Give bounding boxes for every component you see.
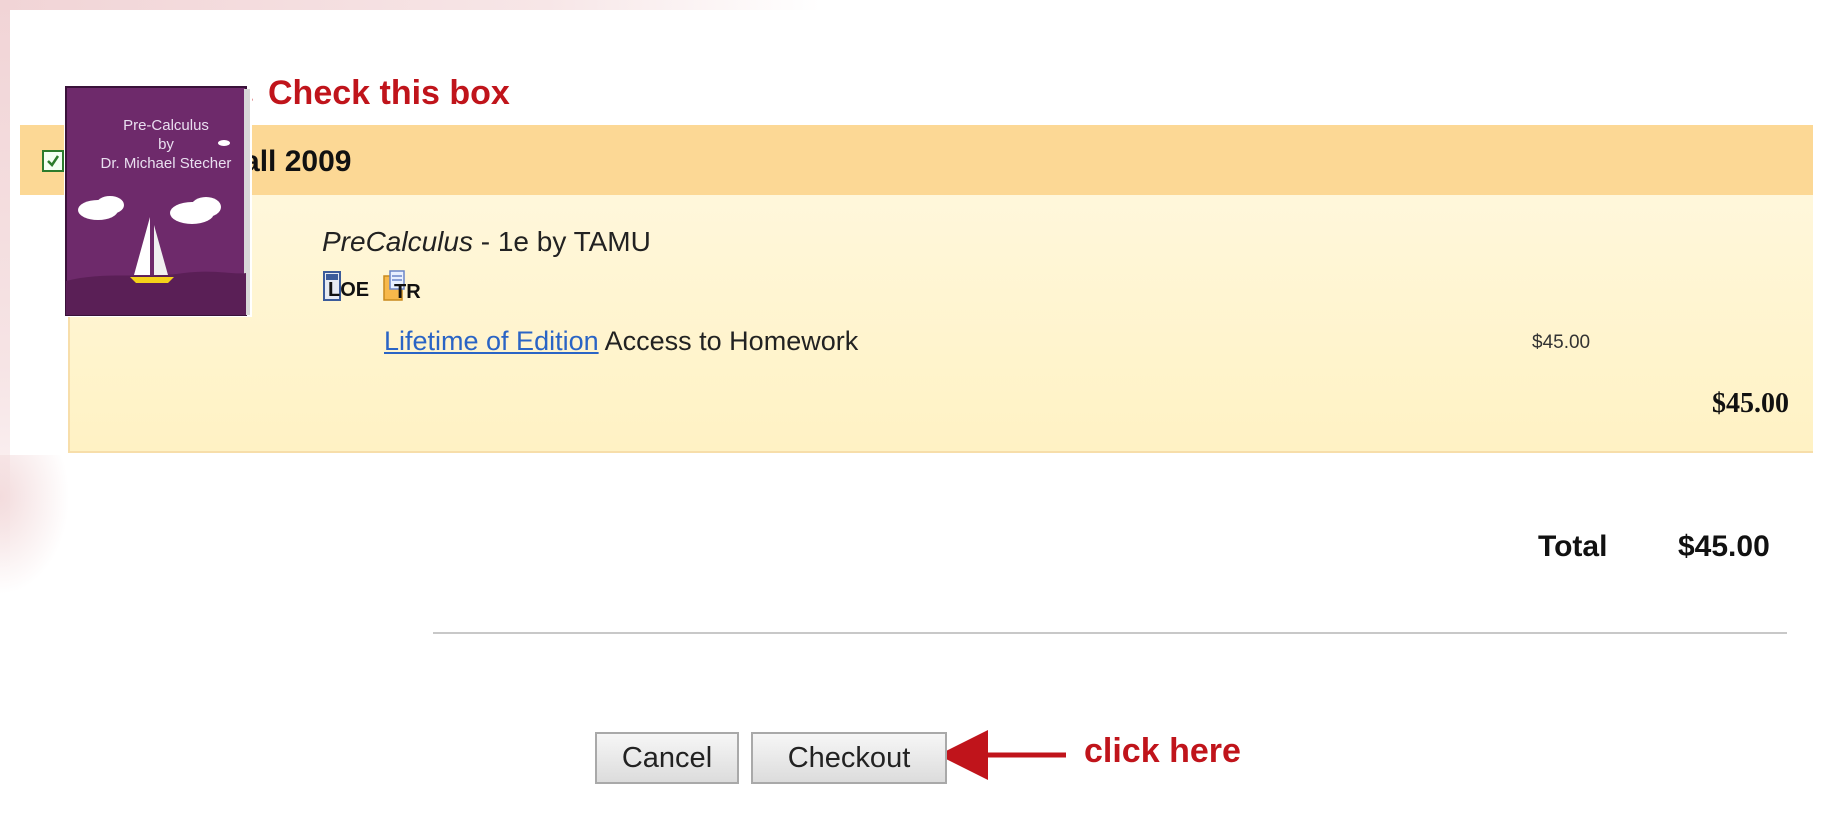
group-subtotal: $45.00 bbox=[1712, 388, 1789, 419]
loe-badge-text: LOE bbox=[328, 279, 369, 301]
check-box-hint: Check this box bbox=[268, 74, 510, 112]
access-line: Lifetime of Edition Access to Homework bbox=[384, 326, 858, 357]
cart-group: Math 150 Fall 2009 bbox=[20, 125, 1813, 455]
tr-badge: TR bbox=[382, 270, 432, 303]
product-edition: - 1e by TAMU bbox=[472, 226, 651, 257]
checkmark-icon bbox=[47, 155, 60, 167]
total-value: $45.00 bbox=[1678, 530, 1770, 563]
access-description: Access to Homework bbox=[598, 326, 859, 356]
tr-badge-icon: TR bbox=[383, 270, 421, 303]
tr-badge-text: TR bbox=[394, 281, 421, 302]
loe-badge: LOE bbox=[323, 270, 377, 302]
checkout-button[interactable]: Checkout bbox=[751, 732, 947, 784]
book-cover-title: Pre-Calculus by Dr. Michael Stecher bbox=[100, 117, 232, 172]
product-name: PreCalculus bbox=[322, 226, 473, 257]
summary-divider bbox=[433, 632, 1787, 634]
click-here-hint: click here bbox=[1084, 732, 1241, 770]
group-select-checkbox[interactable] bbox=[42, 150, 64, 172]
cart-group-header: Math 150 Fall 2009 bbox=[20, 125, 1813, 195]
product-title: PreCalculus - 1e by TAMU bbox=[322, 226, 651, 258]
loe-badge-icon: LOE bbox=[323, 271, 369, 301]
lifetime-of-edition-link[interactable]: Lifetime of Edition bbox=[384, 326, 599, 356]
item-price: $45.00 bbox=[1532, 332, 1591, 353]
total-label: Total bbox=[1538, 530, 1608, 563]
cancel-button[interactable]: Cancel bbox=[595, 732, 739, 784]
